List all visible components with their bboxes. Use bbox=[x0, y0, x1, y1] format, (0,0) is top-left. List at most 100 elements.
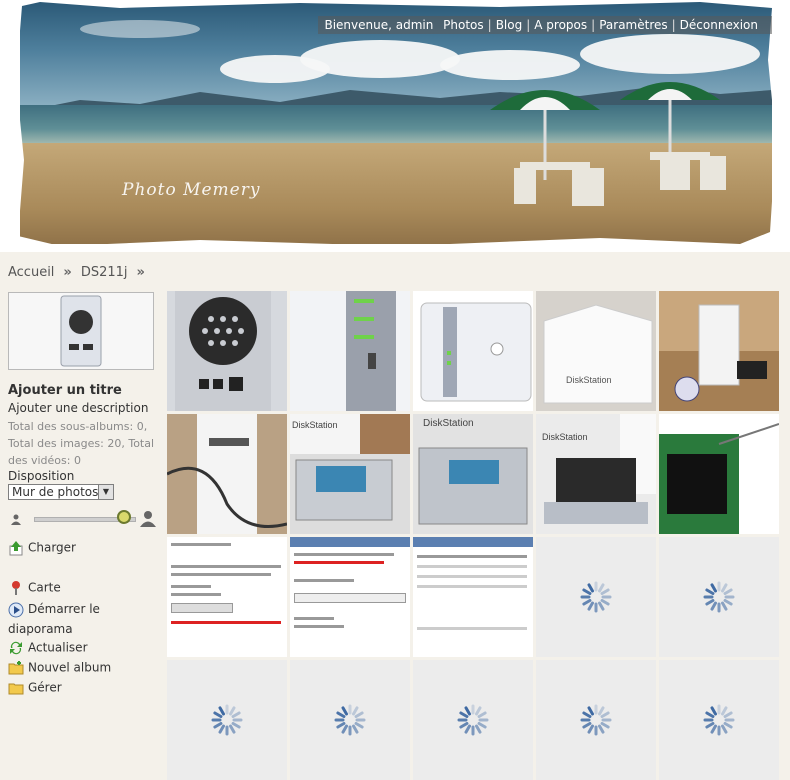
spinner-segment bbox=[705, 599, 715, 606]
thumbnail-nas-cable[interactable] bbox=[167, 414, 287, 534]
spinner-segment bbox=[721, 706, 728, 716]
thumbnail-loading[interactable] bbox=[290, 660, 410, 780]
spinner-segment bbox=[600, 599, 610, 606]
spinner-segment bbox=[705, 711, 715, 718]
loading-spinner-icon bbox=[457, 704, 489, 736]
thumbnail-nas-side[interactable] bbox=[290, 291, 410, 411]
top-navigation: Bienvenue, admin Photos | Blog | A propos | Pa… bbox=[318, 16, 772, 34]
thumbnail-dsm-update-screenshot[interactable] bbox=[167, 537, 287, 657]
breadcrumb-album-link[interactable]: DS211j bbox=[81, 265, 128, 280]
upload-icon bbox=[9, 541, 23, 556]
spinner-segment bbox=[354, 722, 364, 729]
spinner-segment bbox=[587, 706, 594, 716]
album-description-editable[interactable]: Ajouter une description bbox=[8, 401, 148, 415]
thumbnail-nas-unboxing[interactable] bbox=[659, 291, 779, 411]
loading-spinner-icon bbox=[580, 704, 612, 736]
spinner-segment bbox=[464, 706, 471, 716]
welcome-text: Bienvenue, admin bbox=[324, 18, 434, 32]
thumbnail-loading[interactable] bbox=[536, 537, 656, 657]
banner-photo bbox=[20, 0, 772, 244]
spinner-segment bbox=[598, 601, 605, 611]
spinner-segment bbox=[600, 722, 610, 729]
nav-blog-link[interactable]: Blog bbox=[496, 18, 523, 32]
spinner-segment bbox=[341, 724, 348, 734]
spinner-segment bbox=[352, 706, 359, 716]
upload-label: Charger bbox=[28, 540, 76, 555]
upload-action[interactable]: Charger bbox=[8, 540, 76, 556]
loading-spinner-icon bbox=[334, 704, 366, 736]
nav-settings-link[interactable]: Paramètres bbox=[599, 18, 667, 32]
thumbnail-nas-front[interactable] bbox=[413, 291, 533, 411]
nav-logout-link[interactable]: Déconnexion bbox=[680, 18, 758, 32]
spinner-segment bbox=[213, 722, 223, 729]
map-label: Carte bbox=[28, 580, 61, 595]
play-icon bbox=[8, 602, 24, 617]
breadcrumb: Accueil » DS211j » bbox=[0, 258, 790, 288]
spinner-segment bbox=[231, 711, 241, 718]
slideshow-action[interactable]: Démarrer le diaporama bbox=[8, 599, 108, 639]
breadcrumb-separator-icon: » bbox=[136, 265, 145, 280]
folder-icon bbox=[8, 683, 24, 695]
spinner-segment bbox=[705, 722, 715, 729]
refresh-icon bbox=[10, 641, 22, 655]
refresh-action[interactable]: Actualiser bbox=[8, 640, 88, 656]
new-album-label: Nouvel album bbox=[28, 660, 112, 675]
thumbnail-size-slider[interactable] bbox=[8, 510, 158, 528]
album-title-editable[interactable]: Ajouter un titre bbox=[8, 383, 122, 398]
nav-photos-link[interactable]: Photos bbox=[443, 18, 483, 32]
thumbnail-loading[interactable] bbox=[659, 537, 779, 657]
thumbnail-loading[interactable] bbox=[167, 660, 287, 780]
spinner-segment bbox=[218, 724, 225, 734]
spinner-segment bbox=[354, 711, 364, 718]
layout-select[interactable]: Mur de photos ▼ bbox=[8, 484, 114, 500]
map-pin-icon bbox=[12, 581, 20, 595]
spinner-segment bbox=[464, 724, 471, 734]
nav-about-link[interactable]: A propos bbox=[534, 18, 587, 32]
map-action[interactable]: Carte bbox=[8, 580, 61, 596]
album-cover-thumbnail[interactable] bbox=[8, 292, 154, 370]
loading-spinner-icon bbox=[703, 581, 735, 613]
spinner-segment bbox=[721, 601, 728, 611]
slider-knob[interactable] bbox=[117, 510, 131, 524]
spinner-segment bbox=[587, 601, 594, 611]
thumbnail-nas-back[interactable] bbox=[167, 291, 287, 411]
spinner-segment bbox=[705, 588, 715, 595]
breadcrumb-home-link[interactable]: Accueil bbox=[8, 265, 54, 280]
album-stats: Total des sous-albums: 0, Total des imag… bbox=[8, 420, 155, 467]
spinner-segment bbox=[710, 706, 717, 716]
spinner-segment bbox=[213, 711, 223, 718]
spinner-segment bbox=[231, 722, 241, 729]
spinner-segment bbox=[582, 722, 592, 729]
spinner-segment bbox=[587, 724, 594, 734]
thumbnail-dsm-install-screenshot[interactable] bbox=[290, 537, 410, 657]
manage-action[interactable]: Gérer bbox=[8, 680, 62, 696]
thumbnail-diskstation-tray[interactable]: DiskStation bbox=[413, 414, 533, 534]
thumbnail-loading[interactable] bbox=[413, 660, 533, 780]
thumbnail-hdd-screw[interactable] bbox=[659, 414, 779, 534]
thumbnail-loading[interactable] bbox=[536, 660, 656, 780]
spinner-segment bbox=[341, 706, 348, 716]
loading-spinner-icon bbox=[211, 704, 243, 736]
spinner-segment bbox=[459, 722, 469, 729]
spinner-segment bbox=[352, 724, 359, 734]
spinner-segment bbox=[723, 599, 733, 606]
open-case-brand-text: DiskStation bbox=[292, 420, 338, 430]
thumbnail-diskstation-drive[interactable]: DiskStation bbox=[536, 414, 656, 534]
spinner-segment bbox=[600, 711, 610, 718]
chevron-down-icon[interactable]: ▼ bbox=[98, 485, 113, 499]
spinner-segment bbox=[721, 583, 728, 593]
spinner-segment bbox=[710, 724, 717, 734]
thumbnail-dsm-settings-screenshot[interactable] bbox=[413, 537, 533, 657]
spinner-segment bbox=[477, 722, 487, 729]
thumbnail-loading[interactable] bbox=[659, 660, 779, 780]
spinner-segment bbox=[723, 722, 733, 729]
new-folder-icon bbox=[8, 661, 24, 675]
spinner-segment bbox=[721, 724, 728, 734]
new-album-action[interactable]: Nouvel album bbox=[8, 660, 111, 676]
thumbnail-diskstation-open[interactable]: DiskStation bbox=[290, 414, 410, 534]
spinner-segment bbox=[723, 588, 733, 595]
thumbnail-diskstation-box[interactable]: DiskStation bbox=[536, 291, 656, 411]
refresh-label: Actualiser bbox=[28, 640, 88, 655]
layout-label: Disposition bbox=[8, 469, 75, 483]
spinner-segment bbox=[582, 599, 592, 606]
